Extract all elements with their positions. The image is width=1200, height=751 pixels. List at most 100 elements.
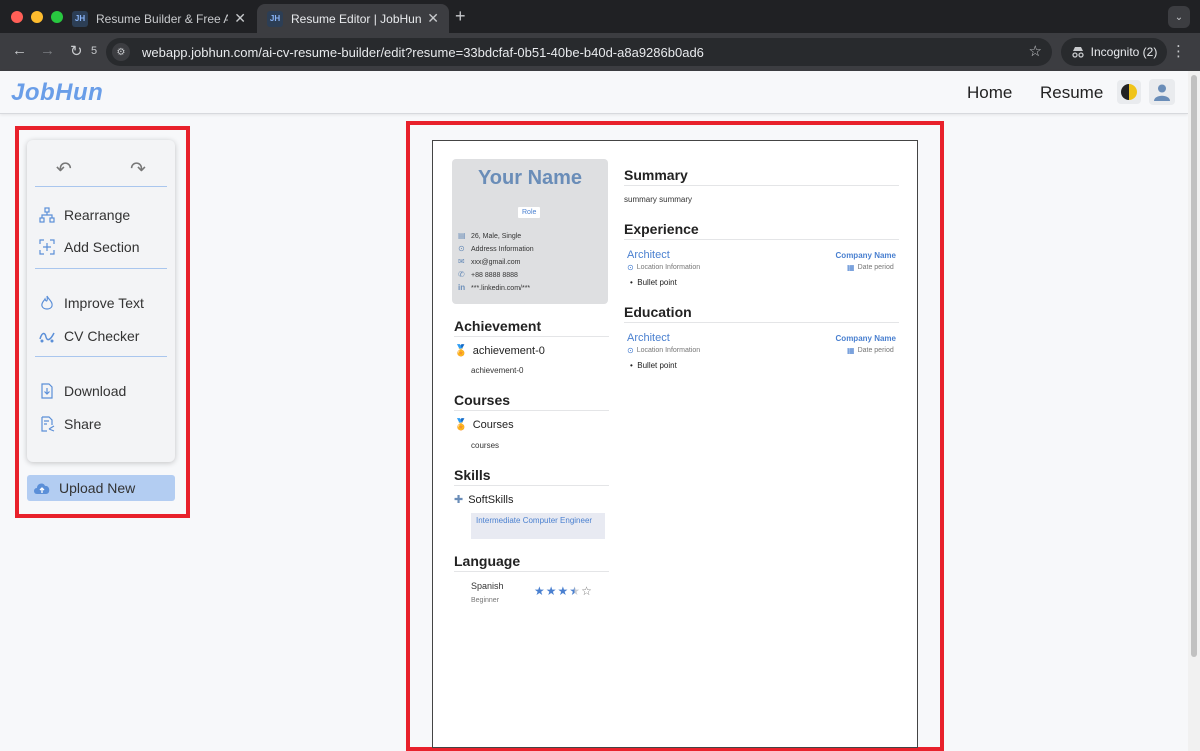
tab-search-chevron-icon[interactable]: ⌄ [1168, 6, 1190, 28]
resume-name[interactable]: Your Name [452, 167, 608, 190]
minimize-window-button[interactable] [31, 11, 43, 23]
star-full-icon[interactable]: ★ [534, 584, 545, 598]
experience-heading[interactable]: Experience [624, 221, 699, 237]
cv-checker-button[interactable]: CV Checker [39, 326, 139, 346]
theme-toggle-button[interactable] [1117, 80, 1141, 104]
education-period[interactable]: ▦ Date period [847, 346, 894, 355]
jobhun-logo[interactable]: JobHun [11, 79, 103, 107]
browser-tab-strip: JH Resume Builder & Free ATS R ✕ JH Resu… [0, 0, 1200, 33]
jobhun-favicon-icon: JH [72, 10, 88, 27]
experience-bullet[interactable]: • Bullet point [630, 278, 677, 287]
nav-resume-link[interactable]: Resume [1040, 83, 1103, 103]
language-name[interactable]: Spanish [471, 581, 504, 591]
address-row[interactable]: ⊙ Address Information [458, 245, 534, 253]
close-window-button[interactable] [11, 11, 23, 23]
achievement-desc[interactable]: achievement-0 [471, 366, 523, 375]
courses-title-text: Courses [472, 418, 514, 431]
divider [624, 322, 899, 323]
share-button[interactable]: Share [39, 414, 101, 434]
resume-preview[interactable]: Your Name Role ▤ 26, Male, Single ⊙ Addr… [432, 140, 918, 748]
star-empty-icon[interactable]: ☆ [581, 584, 592, 598]
skill-tag[interactable]: Intermediate Computer Engineer [471, 513, 605, 539]
user-avatar-icon [1154, 84, 1170, 101]
courses-item-title[interactable]: 🏅 Courses [454, 418, 514, 432]
forward-arrow-icon[interactable]: → [40, 42, 55, 59]
rearrange-button[interactable]: Rearrange [39, 205, 130, 225]
experience-job-title[interactable]: Architect [627, 249, 670, 261]
star-half-icon[interactable]: ★ [569, 584, 580, 598]
phone-row[interactable]: ✆ +88 8888 8888 [458, 271, 518, 279]
email-text: xxx@gmail.com [471, 258, 521, 266]
courses-desc[interactable]: courses [471, 441, 499, 450]
experience-company[interactable]: Company Name [795, 251, 896, 260]
email-row[interactable]: ✉ xxx@gmail.com [458, 258, 521, 266]
personal-info-text: 26, Male, Single [471, 232, 522, 240]
experience-bullet-text: Bullet point [637, 278, 677, 287]
flame-icon [39, 295, 55, 311]
theme-moon-icon [1121, 84, 1137, 100]
education-title[interactable]: Architect [627, 332, 670, 344]
download-file-icon [39, 383, 55, 399]
divider [35, 186, 167, 187]
summary-heading[interactable]: Summary [624, 167, 688, 183]
incognito-indicator[interactable]: Incognito (2) [1061, 38, 1167, 66]
education-period-text: Date period [857, 347, 894, 354]
user-avatar-button[interactable] [1149, 79, 1175, 105]
calendar-icon: ▦ [847, 263, 855, 272]
bookmark-star-icon[interactable]: ☆ [1029, 42, 1042, 60]
rearrange-label: Rearrange [64, 207, 131, 223]
calendar-icon: ▦ [847, 346, 855, 355]
share-label: Share [64, 416, 102, 432]
role-badge[interactable]: Role [518, 207, 541, 218]
upload-new-button[interactable]: Upload New [27, 475, 175, 501]
undo-icon[interactable]: ↶ [56, 158, 72, 181]
education-location[interactable]: ⊙ Location Information [627, 346, 700, 355]
tab-resume-builder[interactable]: JH Resume Builder & Free ATS R ✕ [62, 4, 256, 33]
window-controls [11, 11, 63, 23]
language-heading[interactable]: Language [454, 553, 520, 569]
linkedin-icon: in [458, 283, 466, 292]
education-bullet[interactable]: • Bullet point [630, 361, 677, 370]
education-heading[interactable]: Education [624, 304, 692, 320]
medal-icon: 🏅 [454, 345, 468, 357]
close-tab-icon[interactable]: ✕ [234, 10, 246, 27]
star-full-icon[interactable]: ★ [546, 584, 557, 598]
reload-icon[interactable]: ↻ [70, 42, 83, 60]
nav-home-link[interactable]: Home [967, 83, 1012, 103]
download-button[interactable]: Download [39, 381, 126, 401]
tab-title: Resume Builder & Free ATS R [96, 11, 229, 26]
education-company[interactable]: Company Name [795, 334, 896, 343]
redo-icon[interactable]: ↷ [130, 158, 146, 181]
new-tab-plus-icon[interactable]: + [455, 6, 466, 27]
browser-menu-icon[interactable]: ⋮ [1171, 42, 1186, 60]
tab-title: Resume Editor | JobHun [291, 11, 422, 26]
skills-heading[interactable]: Skills [454, 467, 491, 483]
star-full-icon[interactable]: ★ [558, 584, 569, 598]
url-text[interactable]: webapp.jobhun.com/ai-cv-resume-builder/e… [142, 45, 704, 60]
divider [624, 239, 899, 240]
add-section-button[interactable]: Add Section [39, 237, 140, 257]
personal-info-row[interactable]: ▤ 26, Male, Single [458, 232, 521, 240]
achievement-heading[interactable]: Achievement [454, 318, 541, 334]
address-bar[interactable]: ⚙ webapp.jobhun.com/ai-cv-resume-builder… [106, 38, 1052, 66]
experience-location[interactable]: ⊙ Location Information [627, 263, 700, 272]
improve-text-button[interactable]: Improve Text [39, 293, 144, 313]
linkedin-row[interactable]: in ***.linkedin.com/*** [458, 284, 530, 292]
add-section-label: Add Section [64, 239, 140, 255]
courses-heading[interactable]: Courses [454, 392, 510, 408]
close-tab-icon[interactable]: ✕ [427, 10, 439, 27]
page-scrollbar-thumb[interactable] [1191, 75, 1197, 657]
experience-period[interactable]: ▦ Date period [847, 263, 894, 272]
improve-text-label: Improve Text [64, 295, 144, 311]
medal-icon: 🏅 [454, 419, 468, 431]
tab-resume-editor[interactable]: JH Resume Editor | JobHun ✕ [257, 4, 449, 33]
summary-text[interactable]: summary summary [624, 195, 692, 204]
skills-item-title[interactable]: ✚ SoftSkills [454, 493, 513, 507]
language-level[interactable]: Beginner [471, 597, 499, 604]
cv-checker-icon [39, 328, 55, 344]
site-settings-icon[interactable]: ⚙ [112, 43, 130, 61]
achievement-item-title[interactable]: 🏅 achievement-0 [454, 344, 545, 358]
back-arrow-icon[interactable]: ← [12, 42, 27, 59]
language-rating[interactable]: ★ ★ ★ ★ ☆ [534, 584, 592, 598]
profile-card[interactable]: Your Name Role ▤ 26, Male, Single ⊙ Addr… [452, 159, 608, 304]
